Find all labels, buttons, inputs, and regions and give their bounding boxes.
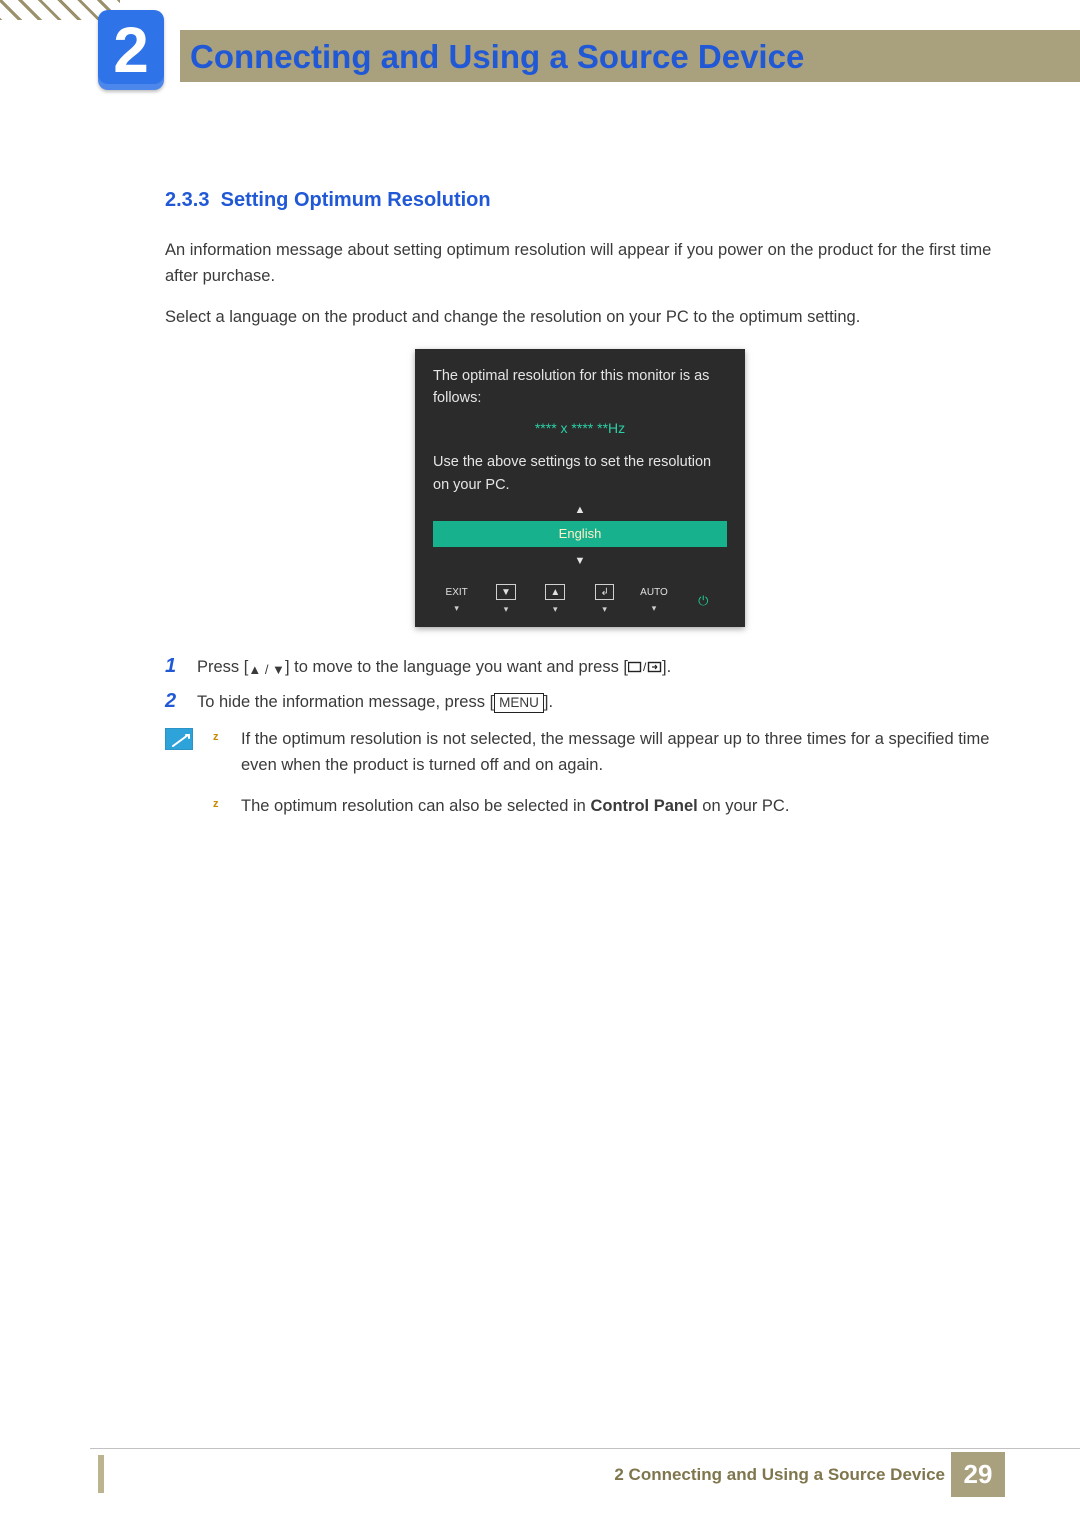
- power-icon: ⏻: [698, 593, 708, 608]
- osd-key-power: ⏻: [682, 591, 725, 611]
- note-block: z If the optimum resolution is not selec…: [165, 726, 995, 833]
- chapter-number: 2: [113, 18, 149, 82]
- note-item-2: z The optimum resolution can also be sel…: [213, 793, 995, 819]
- note-2c: on your PC.: [698, 797, 790, 815]
- triangle-down-icon: ▾: [435, 602, 478, 616]
- chapter-badge: 2: [98, 10, 164, 90]
- section-heading: 2.3.3 Setting Optimum Resolution: [165, 185, 995, 216]
- triangle-down-icon: ▾: [583, 603, 626, 617]
- triangle-down-icon: ▾: [484, 603, 527, 617]
- step-2-pre: To hide the information message, press [: [197, 693, 494, 711]
- steps: 1 Press [▲ / ▼] to move to the language …: [165, 655, 995, 716]
- footer-divider: [90, 1448, 1080, 1449]
- osd-button-row: EXIT ▾ ▼ ▾ ▲ ▾ ↲ ▾ AUTO ▾: [433, 584, 727, 616]
- step-2-text: To hide the information message, press […: [197, 690, 995, 716]
- page-number-badge: 29: [951, 1452, 1005, 1497]
- osd-key-auto-label: AUTO: [640, 587, 668, 598]
- page-content: 2.3.3 Setting Optimum Resolution An info…: [165, 185, 995, 833]
- section-title: Setting Optimum Resolution: [221, 189, 491, 211]
- triangle-up-icon: ▲: [545, 584, 565, 600]
- osd-dialog: The optimal resolution for this monitor …: [415, 349, 745, 627]
- osd-key-exit: EXIT ▾: [435, 585, 478, 616]
- step-1-post: ].: [662, 658, 671, 676]
- osd-key-down: ▼ ▾: [484, 584, 527, 616]
- step-2: 2 To hide the information message, press…: [165, 690, 995, 716]
- source-select-icon: /: [628, 660, 662, 674]
- chapter-title: Connecting and Using a Source Device: [190, 38, 804, 76]
- osd-language: English: [433, 521, 727, 547]
- step-1-pre: Press [: [197, 658, 248, 676]
- note-1-text: If the optimum resolution is not selecte…: [241, 726, 995, 779]
- osd-arrow-down: ▼: [433, 553, 727, 570]
- menu-button-label: MENU: [494, 693, 544, 713]
- intro-paragraph-2: Select a language on the product and cha…: [165, 305, 995, 331]
- note-2b: Control Panel: [590, 797, 697, 815]
- note-2-text: The optimum resolution can also be selec…: [241, 793, 995, 819]
- step-2-number: 2: [165, 690, 197, 713]
- triangle-down-icon: ▼: [496, 584, 516, 600]
- triangle-down-icon: ▾: [534, 603, 577, 617]
- intro-paragraph-1: An information message about setting opt…: [165, 238, 995, 289]
- osd-key-auto: AUTO ▾: [632, 585, 675, 616]
- note-item-1: z If the optimum resolution is not selec…: [213, 726, 995, 779]
- up-down-icon: ▲ / ▼: [248, 660, 285, 680]
- note-2a: The optimum resolution can also be selec…: [241, 797, 590, 815]
- step-1-number: 1: [165, 655, 197, 678]
- footer-accent-bar: [98, 1455, 104, 1493]
- osd-resolution: **** x **** **Hz: [433, 418, 727, 440]
- note-icon: [165, 728, 193, 750]
- osd-line-2: Use the above settings to set the resolu…: [433, 451, 727, 496]
- page-number: 29: [964, 1459, 993, 1490]
- osd-key-enter: ↲ ▾: [583, 584, 626, 616]
- osd-container: The optimal resolution for this monitor …: [165, 349, 995, 627]
- step-1-mid: ] to move to the language you want and p…: [285, 658, 628, 676]
- osd-key-up: ▲ ▾: [534, 584, 577, 616]
- bullet-icon: z: [213, 793, 225, 819]
- svg-text:/: /: [643, 660, 647, 674]
- enter-icon: ↲: [595, 584, 613, 600]
- osd-key-exit-label: EXIT: [446, 587, 468, 598]
- section-number: 2.3.3: [165, 189, 209, 211]
- step-1-text: Press [▲ / ▼] to move to the language yo…: [197, 655, 995, 681]
- osd-arrow-up: ▲: [433, 502, 727, 519]
- note-list: z If the optimum resolution is not selec…: [213, 726, 995, 833]
- step-2-post: ].: [544, 693, 553, 711]
- footer-title: 2 Connecting and Using a Source Device: [614, 1465, 945, 1485]
- triangle-down-icon: ▾: [632, 602, 675, 616]
- osd-line-1: The optimal resolution for this monitor …: [433, 365, 727, 410]
- step-1: 1 Press [▲ / ▼] to move to the language …: [165, 655, 995, 681]
- bullet-icon: z: [213, 726, 225, 779]
